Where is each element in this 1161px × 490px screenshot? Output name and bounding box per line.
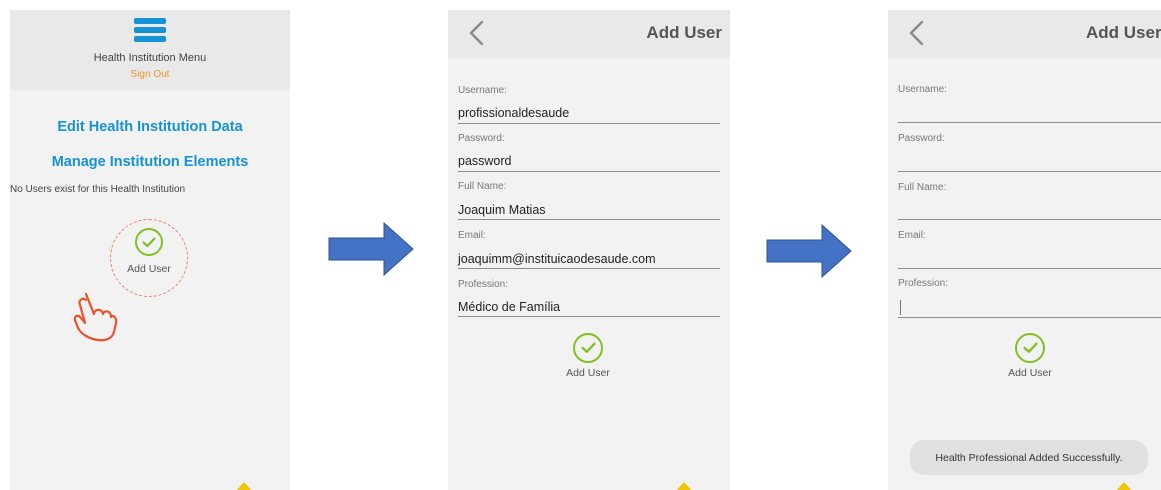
no-users-message: No Users exist for this Health Instituti… [10,184,186,195]
password-field[interactable]: password [458,154,512,168]
email-underline [458,268,720,269]
check-icon[interactable] [1015,333,1045,363]
add-user-button[interactable]: Add User [548,367,628,379]
profession-field[interactable]: Médico de Família [458,300,560,314]
username-label: Username: [898,84,947,95]
check-icon[interactable] [135,228,163,256]
email-label: Email: [458,230,486,241]
back-chevron-icon[interactable] [466,20,488,46]
add-user-filled-screen: Add User Username: profissionaldesaude P… [448,10,730,490]
manage-elements-link[interactable]: Manage Institution Elements [10,154,290,170]
password-underline [898,171,1161,172]
corner-triangle-marker [236,482,252,490]
password-underline [458,171,720,172]
profession-label: Profession: [458,279,509,290]
email-underline [898,268,1161,269]
add-user-button[interactable]: Add User [110,263,188,275]
right-arrow-icon [766,224,852,278]
corner-triangle-marker [1116,482,1132,490]
pointing-hand-icon [73,292,118,342]
profession-underline [458,316,720,317]
username-field[interactable]: profissionaldesaude [458,106,569,120]
full-name-underline [898,219,1161,220]
username-underline [458,123,720,124]
check-icon[interactable] [573,333,603,363]
page-title: Add User [646,23,722,42]
institution-menu-screen: Health Institution Menu Sign Out Edit He… [10,10,290,490]
add-user-button[interactable]: Add User [990,367,1070,379]
corner-triangle-marker [676,482,692,490]
email-label: Email: [898,230,926,241]
top-bar: Add User [888,10,1161,58]
right-arrow-icon [328,222,414,276]
full-name-label: Full Name: [458,181,507,192]
password-label: Password: [458,133,505,144]
add-user-cleared-screen: Add User Username: Password: Full Name: … [888,10,1161,490]
full-name-underline [458,219,720,220]
email-field[interactable]: joaquimm@instituicaodesaude.com [458,252,656,266]
profession-label: Profession: [898,278,949,289]
full-name-label: Full Name: [898,182,947,193]
success-toast: Health Professional Added Successfully. [910,440,1148,475]
edit-institution-link[interactable]: Edit Health Institution Data [10,119,290,135]
username-underline [898,122,1161,123]
text-cursor [900,300,901,315]
hamburger-icon[interactable] [134,18,166,42]
profession-underline [898,317,1161,318]
username-label: Username: [458,85,507,96]
full-name-field[interactable]: Joaquim Matias [458,203,546,217]
back-chevron-icon[interactable] [906,20,928,46]
menu-title: Health Institution Menu [93,52,207,64]
menu-header: Health Institution Menu Sign Out [10,10,290,90]
top-bar: Add User [448,10,730,58]
sign-out-link[interactable]: Sign Out [10,69,290,80]
page-title: Add User [1086,23,1161,42]
password-label: Password: [898,133,945,144]
